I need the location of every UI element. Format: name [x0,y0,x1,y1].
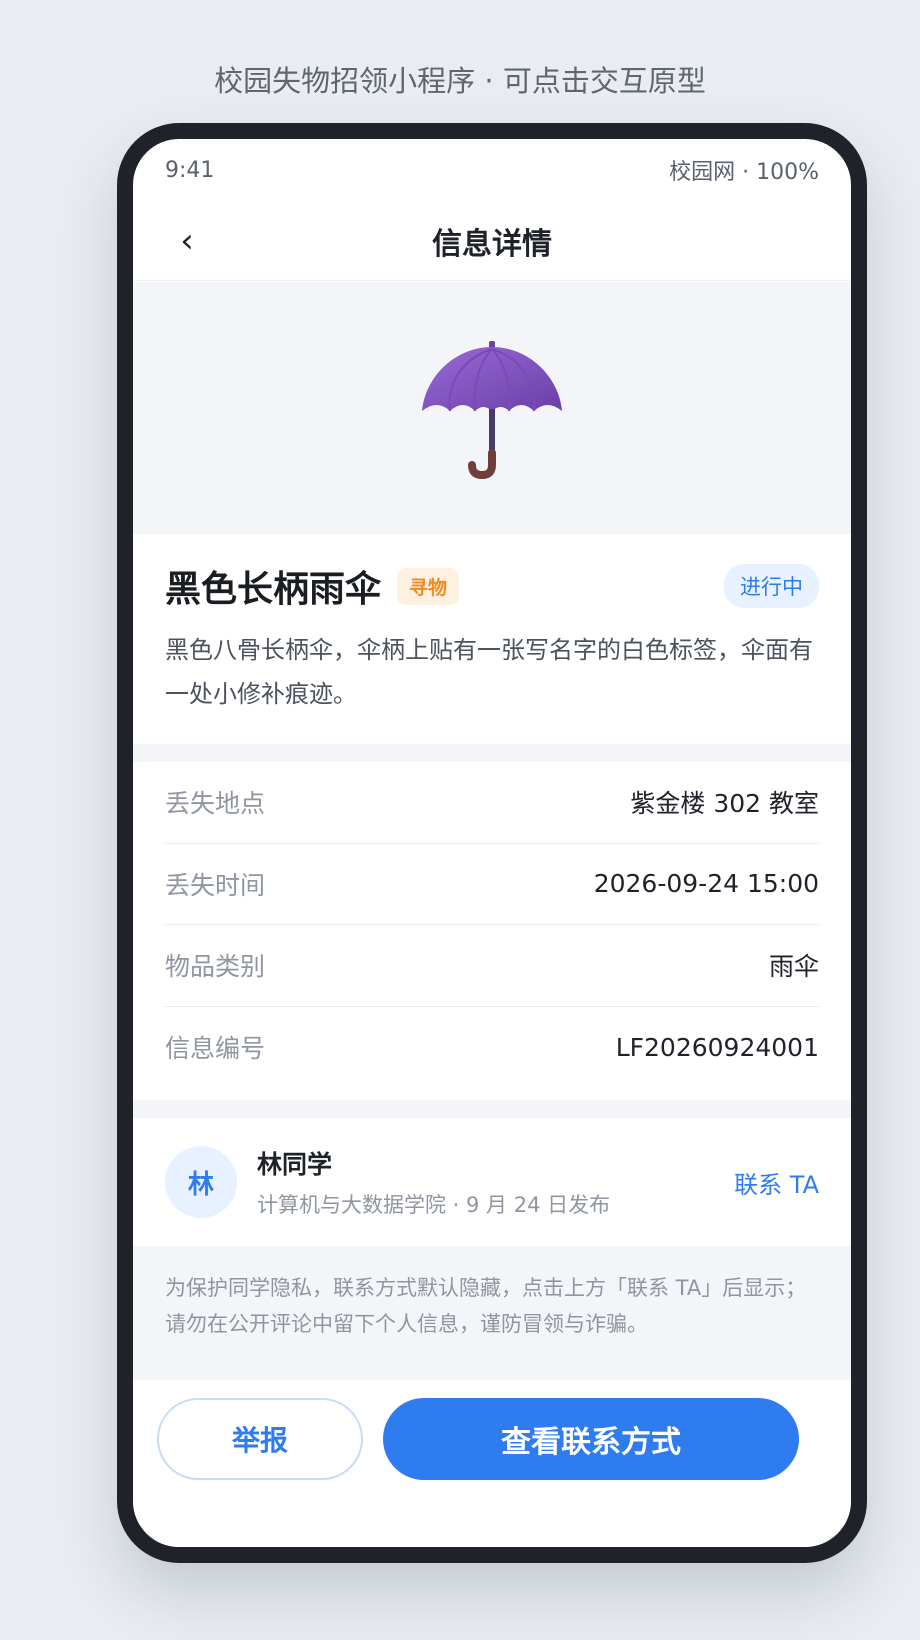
phone-screen: 9:41 校园网 · 100% ‹ 信息详情 黑色长柄雨伞 寻物 进行中 黑色八… [133,139,851,1547]
publisher-meta: 计算机与大数据学院 · 9 月 24 日发布 [257,1193,611,1217]
status-bar: 9:41 校园网 · 100% [133,139,851,201]
info-label: 丢失地点 [165,789,266,819]
info-row-id: 信息编号 LF20260924001 [165,1007,819,1089]
bottom-action-bar: 举报 查看联系方式 [133,1380,851,1547]
status-time: 9:41 [165,157,215,183]
info-value: 雨伞 [768,952,819,982]
publisher-info: 林同学 计算机与大数据学院 · 9 月 24 日发布 [257,1145,610,1219]
info-label: 物品类别 [165,952,266,982]
item-title: 黑色长柄雨伞 [165,569,382,610]
navbar: ‹ 信息详情 [133,201,851,281]
view-contact-button[interactable]: 查看联系方式 [383,1398,799,1480]
status-network: 校园网 · 100% [669,160,819,185]
info-list: 丢失地点 紫金楼 302 教室 丢失时间 2026-09-24 15:00 物品… [133,762,851,1100]
privacy-notice: 为保护同学隐私，联系方式默认隐藏，点击上方「联系 TA」后显示；请勿在公开评论中… [133,1246,851,1380]
avatar: 林 [165,1146,237,1218]
info-row-location: 丢失地点 紫金楼 302 教室 [165,762,819,844]
info-row-time: 丢失时间 2026-09-24 15:00 [165,844,819,925]
info-value: 2026-09-24 15:00 [593,869,819,899]
contact-link[interactable]: 联系 TA [734,1165,819,1200]
page-caption: 校园失物招领小程序 · 可点击交互原型 [214,64,706,98]
item-description: 黑色八骨长柄伞，伞柄上贴有一张写名字的白色标签，伞面有一处小修补痕迹。 [165,636,813,708]
umbrella-icon [422,341,562,480]
item-title-row: 黑色长柄雨伞 寻物 进行中 [165,564,819,610]
publisher-name: 林同学 [257,1150,333,1179]
info-row-category: 物品类别 雨伞 [165,925,819,1007]
info-value: 紫金楼 302 教室 [630,789,819,819]
phone-frame: 9:41 校园网 · 100% ‹ 信息详情 黑色长柄雨伞 寻物 进行中 黑色八… [117,123,867,1563]
section-divider [133,1100,851,1118]
status-badge: 进行中 [724,564,819,608]
section-divider [133,744,851,762]
info-value: LF20260924001 [615,1032,819,1062]
type-tag: 寻物 [397,567,460,605]
item-summary-card: 黑色长柄雨伞 寻物 进行中 黑色八骨长柄伞，伞柄上贴有一张写名字的白色标签，伞面… [133,534,851,744]
back-icon[interactable]: ‹ [167,219,207,263]
page-title: 信息详情 [432,226,552,262]
report-button[interactable]: 举报 [157,1398,363,1480]
item-image-area [133,282,851,534]
publisher-card: 林 林同学 计算机与大数据学院 · 9 月 24 日发布 联系 TA [133,1118,851,1246]
info-label: 信息编号 [165,1034,266,1064]
info-label: 丢失时间 [165,870,266,900]
